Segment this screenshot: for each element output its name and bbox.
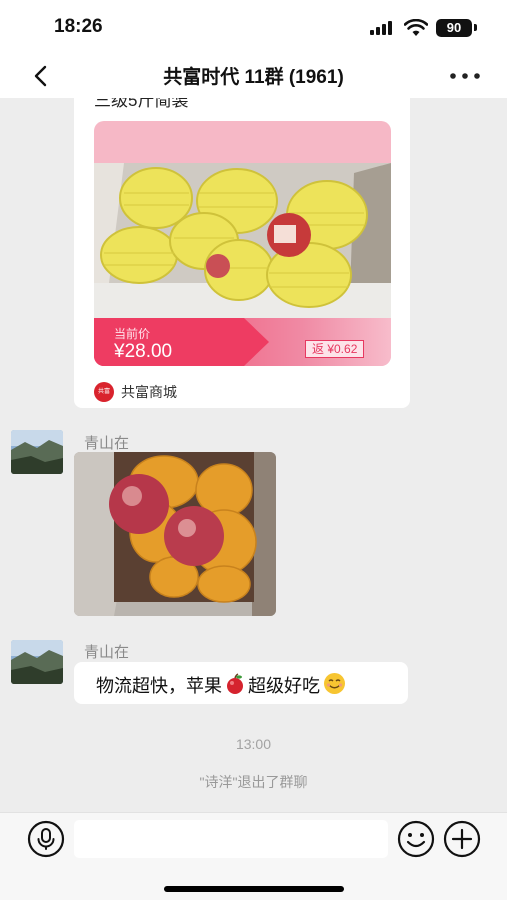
message-text-part: 超级好吃 xyxy=(248,676,320,696)
chat-title: 共富时代 11群 (1961) xyxy=(163,67,344,88)
message-text: 物流超快，苹果 超级好吃 xyxy=(96,672,346,698)
system-message: "诗洋"退出了群聊 xyxy=(199,774,308,790)
price-value: ¥28.00 xyxy=(114,341,173,362)
message-photo[interactable] xyxy=(74,452,276,616)
shop-name: 共富商城 xyxy=(121,384,177,400)
input-bar xyxy=(0,812,507,900)
signal-icon xyxy=(370,21,396,35)
apple-icon xyxy=(227,673,243,694)
apple-box-photo xyxy=(94,163,391,323)
price-label: 当前价 xyxy=(114,327,151,341)
shop-logo: 共富 xyxy=(94,382,114,402)
text-message-bubble[interactable]: 物流超快，苹果 超级好吃 xyxy=(74,662,408,704)
battery-cap xyxy=(474,24,477,31)
avatar[interactable] xyxy=(11,640,63,684)
message-text-part: 物流超快，苹果 xyxy=(96,676,222,696)
message-input[interactable] xyxy=(74,820,388,858)
product-image[interactable]: 当前价 ¥28.00 返 ¥0.62 xyxy=(94,121,391,366)
voice-icon[interactable] xyxy=(26,819,66,859)
more-dots-icon[interactable] xyxy=(448,64,482,88)
avatar[interactable] xyxy=(11,430,63,474)
chat-header: 共富时代 11群 (1961) xyxy=(0,56,507,98)
rebate-badge: 返 ¥0.62 xyxy=(305,340,365,358)
emoji-icon[interactable] xyxy=(396,819,436,859)
product-title: 三级5斤简装 xyxy=(94,98,189,110)
sender-name: 青山在 xyxy=(84,435,130,452)
wifi-icon xyxy=(404,19,428,36)
smile-emoji-icon xyxy=(324,673,345,694)
message-list[interactable]: 三级5斤简装 当前价 ¥28.00 返 ¥0.62 共富 共富商城 青山在 青山… xyxy=(0,98,507,812)
plus-icon[interactable] xyxy=(442,819,482,859)
status-time: 18:26 xyxy=(54,16,103,37)
battery-icon: 90 xyxy=(436,19,472,37)
status-bar: 18:26 90 xyxy=(0,0,507,56)
message-timestamp: 13:00 xyxy=(235,736,272,752)
sender-name: 青山在 xyxy=(84,644,130,661)
home-indicator xyxy=(164,886,344,892)
product-card[interactable]: 三级5斤简装 当前价 ¥28.00 返 ¥0.62 共富 共富商城 xyxy=(74,98,410,408)
